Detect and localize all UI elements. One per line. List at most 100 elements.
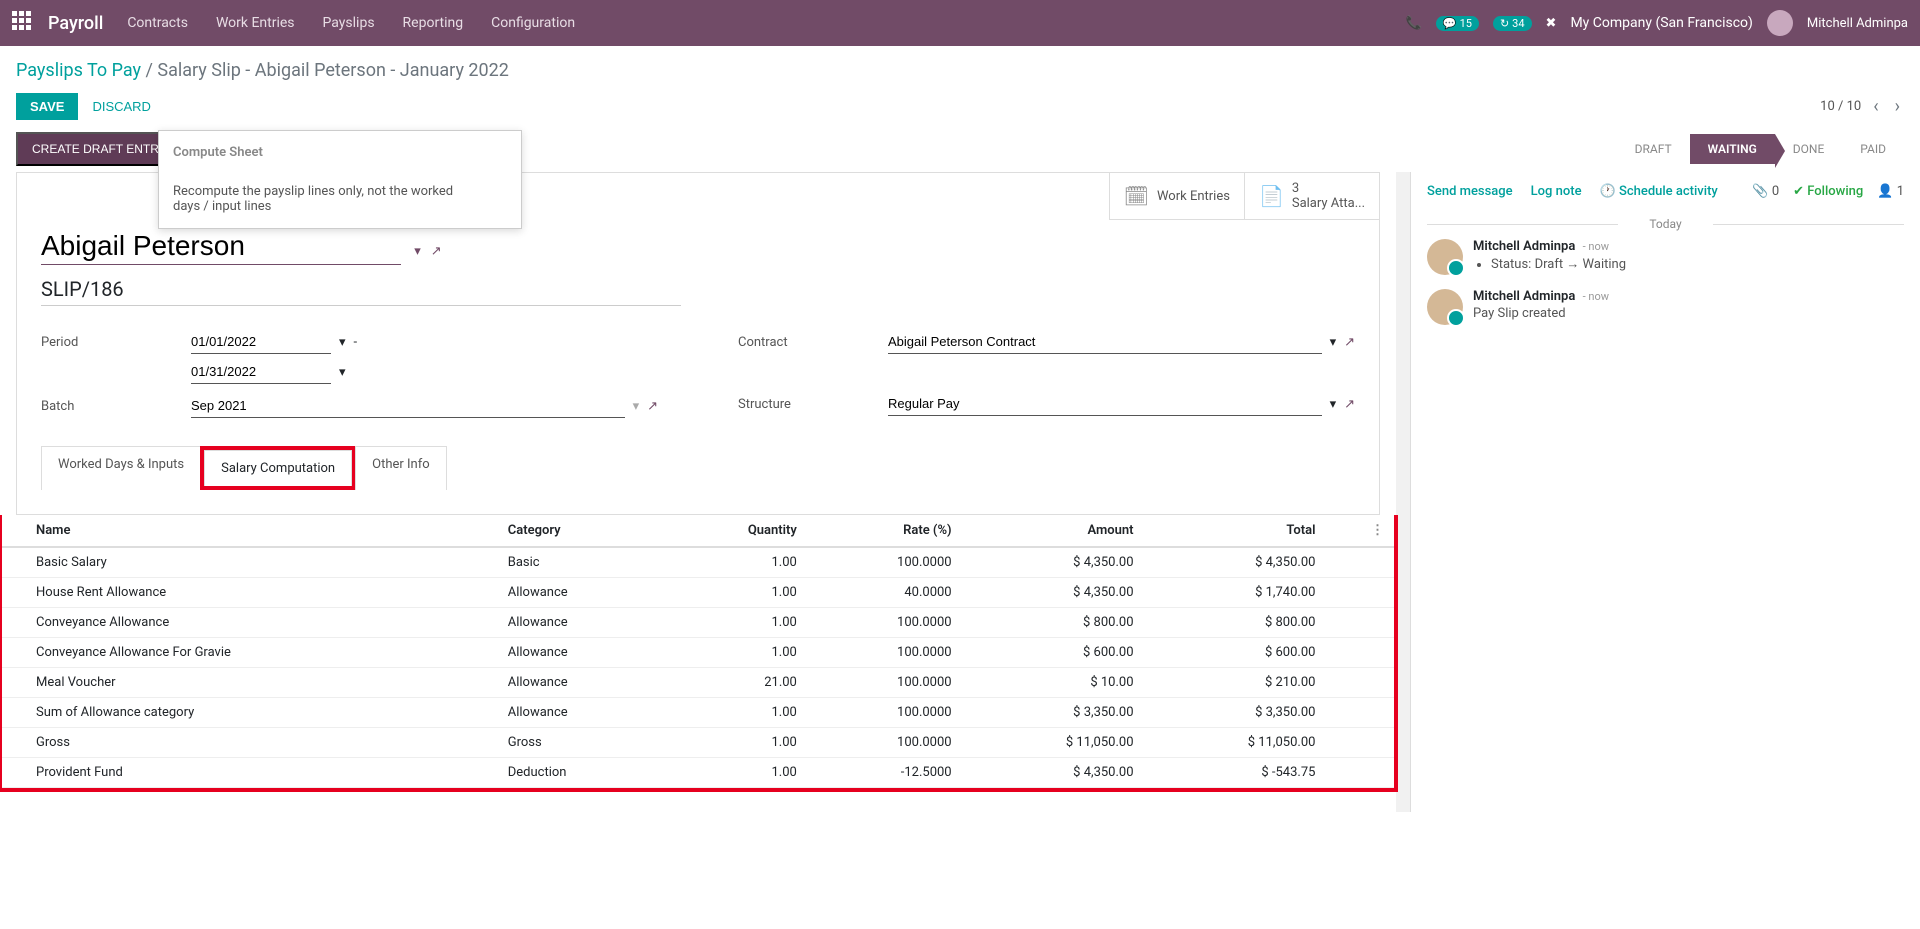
structure-input[interactable] [888, 392, 1322, 416]
message-text: Pay Slip created [1473, 306, 1904, 321]
contract-field-row: Contract ▾ ↗ [738, 330, 1355, 354]
nav-contracts[interactable]: Contracts [127, 15, 188, 31]
col-rate: Rate (%) [807, 515, 962, 547]
scrollbar[interactable] [1396, 172, 1410, 812]
contract-external-link-icon[interactable]: ↗ [1344, 335, 1355, 350]
followers-button[interactable]: 👤 1 [1877, 184, 1904, 199]
table-row[interactable]: Provident FundDeduction1.00-12.5000$ 4,3… [2, 758, 1394, 788]
avatar [1427, 289, 1463, 325]
form-inner: ▾ ↗ SLIP/186 Period ▾ - [17, 220, 1379, 514]
structure-external-link-icon[interactable]: ↗ [1344, 397, 1355, 412]
slip-reference: SLIP/186 [41, 277, 681, 306]
batch-input[interactable] [191, 394, 625, 418]
table-header-row: Name Category Quantity Rate (%) Amount T… [2, 515, 1394, 547]
activities-badge[interactable]: ↻ 34 [1493, 16, 1532, 31]
col-category: Category [498, 515, 664, 547]
avatar [1427, 239, 1463, 275]
chatter-date-separator: Today [1427, 217, 1904, 231]
table-row[interactable]: Conveyance AllowanceAllowance1.00100.000… [2, 608, 1394, 638]
period-from-input[interactable] [191, 330, 331, 354]
breadcrumb: Payslips To Pay / Salary Slip - Abigail … [16, 60, 509, 81]
tools-icon[interactable]: ✖ [1546, 16, 1557, 31]
structure-field-row: Structure ▾ ↗ [738, 392, 1355, 416]
user-name[interactable]: Mitchell Adminpa [1807, 16, 1908, 31]
discard-button[interactable]: DISCARD [78, 93, 165, 120]
send-message-button[interactable]: Send message [1427, 184, 1513, 199]
employee-dropdown-icon[interactable]: ▾ [414, 244, 421, 259]
breadcrumb-row: Payslips To Pay / Salary Slip - Abigail … [0, 46, 1920, 89]
period-label: Period [41, 335, 191, 350]
phone-icon[interactable]: 📞 [1406, 16, 1422, 31]
tooltip-body: Recompute the payslip lines only, not th… [173, 184, 481, 214]
batch-label: Batch [41, 399, 191, 414]
message-status-change: Mitchell Adminpa - now Status: Draft → W… [1427, 239, 1904, 275]
company-selector[interactable]: My Company (San Francisco) [1570, 15, 1752, 31]
attachments-button[interactable]: 📎 0 [1752, 184, 1779, 199]
message-author: Mitchell Adminpa [1473, 289, 1575, 304]
topbar: Payroll Contracts Work Entries Payslips … [0, 0, 1920, 46]
user-avatar[interactable] [1767, 10, 1793, 36]
col-quantity: Quantity [664, 515, 807, 547]
contract-input[interactable] [888, 330, 1322, 354]
period-to-row: ▾ [41, 360, 658, 384]
status-waiting[interactable]: WAITING [1690, 134, 1775, 164]
pager-next[interactable]: › [1891, 96, 1904, 117]
contract-label: Contract [738, 335, 888, 350]
batch-external-link-icon[interactable]: ↗ [647, 399, 658, 414]
table-row[interactable]: GrossGross1.00100.0000$ 11,050.00$ 11,05… [2, 728, 1394, 758]
top-right: 📞 💬 15 ↻ 34 ✖ My Company (San Francisco)… [1406, 10, 1908, 36]
chatter-actions: Send message Log note 🕐 Schedule activit… [1427, 184, 1904, 209]
tab-other-info[interactable]: Other Info [355, 446, 447, 490]
calendar-icon: 🗓 [1124, 184, 1149, 208]
following-button[interactable]: ✔ Following [1793, 184, 1863, 199]
log-note-button[interactable]: Log note [1531, 184, 1582, 199]
tabs: Worked Days & Inputs Salary Computation … [41, 446, 1355, 490]
employee-field[interactable] [41, 228, 401, 265]
col-name: Name [2, 515, 498, 547]
table-options-icon[interactable]: ⋮ [1325, 515, 1394, 547]
structure-caret-icon[interactable]: ▾ [1330, 397, 1337, 412]
structure-label: Structure [738, 397, 888, 412]
period-to-caret-icon[interactable]: ▾ [339, 365, 346, 380]
batch-caret-icon[interactable]: ▾ [633, 399, 640, 414]
schedule-activity-button[interactable]: 🕐 Schedule activity [1600, 184, 1718, 199]
breadcrumb-root[interactable]: Payslips To Pay [16, 60, 141, 81]
nav-payslips[interactable]: Payslips [323, 15, 375, 31]
save-button[interactable]: SAVE [16, 93, 78, 120]
status-done[interactable]: DONE [1775, 134, 1843, 164]
form-grid: Period ▾ - ▾ [41, 330, 1355, 418]
message-created: Mitchell Adminpa - now Pay Slip created [1427, 289, 1904, 325]
status-paid[interactable]: PAID [1842, 134, 1904, 164]
nav-work-entries[interactable]: Work Entries [216, 15, 295, 31]
documents-icon: 📄 [1259, 184, 1284, 208]
messaging-badge[interactable]: 💬 15 [1436, 16, 1479, 31]
pager-prev[interactable]: ‹ [1869, 96, 1882, 117]
nav-configuration[interactable]: Configuration [491, 15, 575, 31]
table-row[interactable]: Conveyance Allowance For GravieAllowance… [2, 638, 1394, 668]
tab-worked-days[interactable]: Worked Days & Inputs [41, 446, 201, 490]
salary-computation-table: Name Category Quantity Rate (%) Amount T… [2, 515, 1394, 788]
col-total: Total [1144, 515, 1326, 547]
batch-field-row: Batch ▾ ↗ [41, 394, 658, 418]
chatter: Send message Log note 🕐 Schedule activit… [1410, 172, 1920, 812]
tab-salary-computation[interactable]: Salary Computation [204, 450, 352, 486]
form-area: 🗓 Work Entries 📄 3 Salary Atta... ▾ [0, 172, 1396, 812]
action-row: SAVE DISCARD 10 / 10 ‹ › [0, 89, 1920, 132]
statusbar-row: CREATE DRAFT ENTRY Compute Sheet Recompu… [0, 132, 1920, 166]
period-from-caret-icon[interactable]: ▾ [339, 335, 346, 350]
nav-reporting[interactable]: Reporting [403, 15, 464, 31]
salary-attachments-button[interactable]: 📄 3 Salary Atta... [1244, 173, 1379, 220]
contract-caret-icon[interactable]: ▾ [1330, 335, 1337, 350]
work-entries-button[interactable]: 🗓 Work Entries [1109, 173, 1244, 220]
period-to-input[interactable] [191, 360, 331, 384]
pager-text: 10 / 10 [1820, 99, 1861, 114]
table-row[interactable]: Meal VoucherAllowance21.00100.0000$ 10.0… [2, 668, 1394, 698]
table-row[interactable]: Basic SalaryBasic1.00100.0000$ 4,350.00$… [2, 547, 1394, 578]
employee-external-link-icon[interactable]: ↗ [431, 244, 442, 259]
table-row[interactable]: Sum of Allowance categoryAllowance1.0010… [2, 698, 1394, 728]
app-name: Payroll [48, 13, 103, 34]
table-row[interactable]: House Rent AllowanceAllowance1.0040.0000… [2, 578, 1394, 608]
status-chain: DRAFT WAITING DONE PAID [1617, 134, 1904, 164]
period-field-row: Period ▾ - [41, 330, 658, 354]
apps-icon[interactable] [12, 11, 36, 35]
